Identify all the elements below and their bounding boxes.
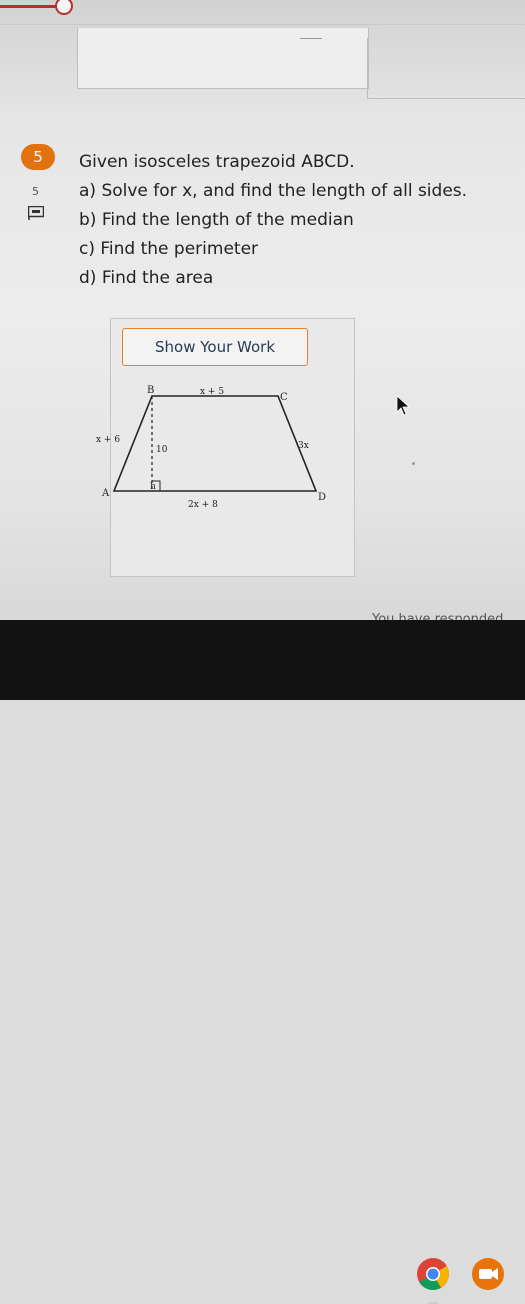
flag-icon[interactable]	[28, 206, 44, 220]
question-line: Given isosceles trapezoid ABCD.	[79, 152, 355, 172]
chrome-icon[interactable]	[416, 1257, 450, 1291]
vertex-label-a: A	[101, 488, 110, 499]
speck	[412, 462, 415, 465]
trapezoid-diagram: B C A D h x + 5 x + 6 3x 2x + 8 10	[96, 385, 326, 510]
side-label-bottom: 2x + 8	[188, 500, 218, 510]
question-points: 5	[32, 185, 39, 198]
side-label-left: x + 6	[96, 435, 120, 445]
trapezoid-shape	[112, 395, 318, 492]
question-line: b) Find the length of the median	[79, 210, 354, 230]
question-line: a) Solve for x, and find the length of a…	[79, 181, 468, 201]
cursor-icon	[396, 395, 411, 416]
slider-thumb[interactable]	[55, 0, 73, 15]
divider	[0, 24, 525, 25]
taskbar	[0, 620, 525, 1304]
divider	[300, 38, 322, 39]
previous-answer-box-side	[367, 38, 525, 99]
question-number-badge: 5	[21, 144, 55, 170]
meet-icon[interactable]	[470, 1257, 506, 1291]
slider-track	[0, 5, 60, 8]
previous-answer-box[interactable]	[77, 28, 369, 89]
show-work-button[interactable]: Show Your Work	[122, 328, 308, 366]
vertex-label-d: D	[318, 492, 326, 503]
question-line: c) Find the perimeter	[79, 239, 259, 259]
side-label-top: x + 5	[200, 387, 224, 397]
question-text: Given isosceles trapezoid ABCD. a) Solve…	[79, 148, 509, 293]
side-label-right: 3x	[298, 441, 309, 451]
vertex-label-b: B	[147, 385, 154, 396]
height-foot-label: h	[150, 482, 156, 492]
vertex-label-c: C	[280, 392, 288, 403]
height-label: 10	[156, 445, 168, 455]
question-line: d) Find the area	[79, 268, 214, 288]
screen: 5 5 Given isosceles trapezoid ABCD. a) S…	[0, 0, 525, 627]
